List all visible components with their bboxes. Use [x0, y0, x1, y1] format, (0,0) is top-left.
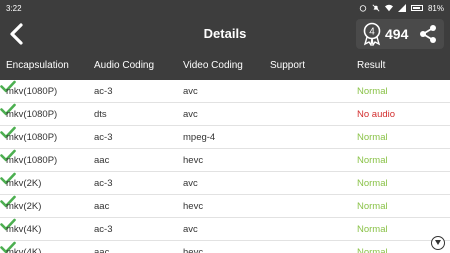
cell-video: avc — [183, 109, 198, 120]
column-result: Result — [357, 60, 386, 71]
cell-encapsulation: mkv(4K) — [6, 247, 42, 253]
status-time: 3:22 — [6, 3, 22, 13]
cell-encapsulation: mkv(1080P) — [6, 86, 58, 97]
cell-audio: ac-3 — [94, 178, 113, 189]
cell-audio: ac-3 — [94, 86, 113, 97]
cell-video: hevc — [183, 155, 204, 166]
table-row: mkv(2K) aac hevc Normal — [0, 195, 450, 218]
column-video-coding: Video Coding — [183, 60, 243, 71]
table-row: mkv(1080P) ac-3 avc Normal — [0, 80, 450, 103]
score-value: 494 — [385, 26, 409, 42]
cell-video: hevc — [183, 201, 204, 212]
score-box[interactable]: 4 494 — [356, 19, 444, 49]
table-row: mkv(1080P) aac hevc Normal — [0, 149, 450, 172]
cell-result: No audio — [357, 109, 396, 120]
status-bar: 3:22 81% — [0, 0, 450, 16]
results-table: mkv(1080P) ac-3 avc Normal mkv(1080P) dt… — [0, 80, 450, 253]
status-icons: 81% — [359, 4, 444, 13]
cell-audio: aac — [94, 155, 110, 166]
badge-icon: 4 — [363, 22, 381, 46]
table-row: mkv(4K) aac hevc Normal — [0, 241, 450, 253]
table-row: mkv(4K) ac-3 avc Normal — [0, 218, 450, 241]
cell-video: mpeg-4 — [183, 132, 216, 143]
cell-audio: ac-3 — [94, 132, 113, 143]
cell-encapsulation: mkv(1080P) — [6, 109, 58, 120]
battery-icon — [410, 5, 423, 11]
cell-audio: aac — [94, 247, 110, 253]
table-row: mkv(2K) ac-3 avc Normal — [0, 172, 450, 195]
mute-icon — [372, 4, 380, 12]
cell-result: Normal — [357, 132, 388, 143]
alarm-icon — [359, 5, 367, 12]
cell-result: Normal — [357, 224, 388, 235]
table-header: Encapsulation Audio Coding Video Coding … — [0, 52, 450, 80]
cell-audio: dts — [94, 109, 107, 120]
cell-result: Normal — [357, 86, 388, 97]
cell-encapsulation: mkv(1080P) — [6, 155, 58, 166]
cell-result: Normal — [357, 178, 388, 189]
app-bar: Details 4 494 — [0, 16, 450, 52]
cell-encapsulation: mkv(2K) — [6, 178, 42, 189]
column-encapsulation: Encapsulation — [6, 60, 69, 71]
badge-number: 4 — [369, 27, 375, 38]
scroll-down-icon[interactable] — [431, 236, 445, 250]
cell-video: avc — [183, 224, 198, 235]
table-row: mkv(1080P) ac-3 mpeg-4 Normal — [0, 126, 450, 149]
table-row: mkv(1080P) dts avc No audio — [0, 103, 450, 126]
cell-result: Normal — [357, 201, 388, 212]
cell-encapsulation: mkv(4K) — [6, 224, 42, 235]
cell-video: avc — [183, 86, 198, 97]
cell-encapsulation: mkv(1080P) — [6, 132, 58, 143]
cell-audio: aac — [94, 201, 110, 212]
cell-video: avc — [183, 178, 198, 189]
column-support: Support — [270, 60, 306, 71]
cell-audio: ac-3 — [94, 224, 113, 235]
column-audio-coding: Audio Coding — [94, 60, 155, 71]
cell-video: hevc — [183, 247, 204, 253]
cell-result: Normal — [357, 247, 388, 253]
share-icon[interactable] — [418, 24, 438, 44]
battery-percent: 81% — [427, 3, 444, 13]
cell-result: Normal — [357, 155, 388, 166]
wifi-icon — [384, 4, 393, 12]
signal-icon — [397, 4, 406, 12]
cell-encapsulation: mkv(2K) — [6, 201, 42, 212]
